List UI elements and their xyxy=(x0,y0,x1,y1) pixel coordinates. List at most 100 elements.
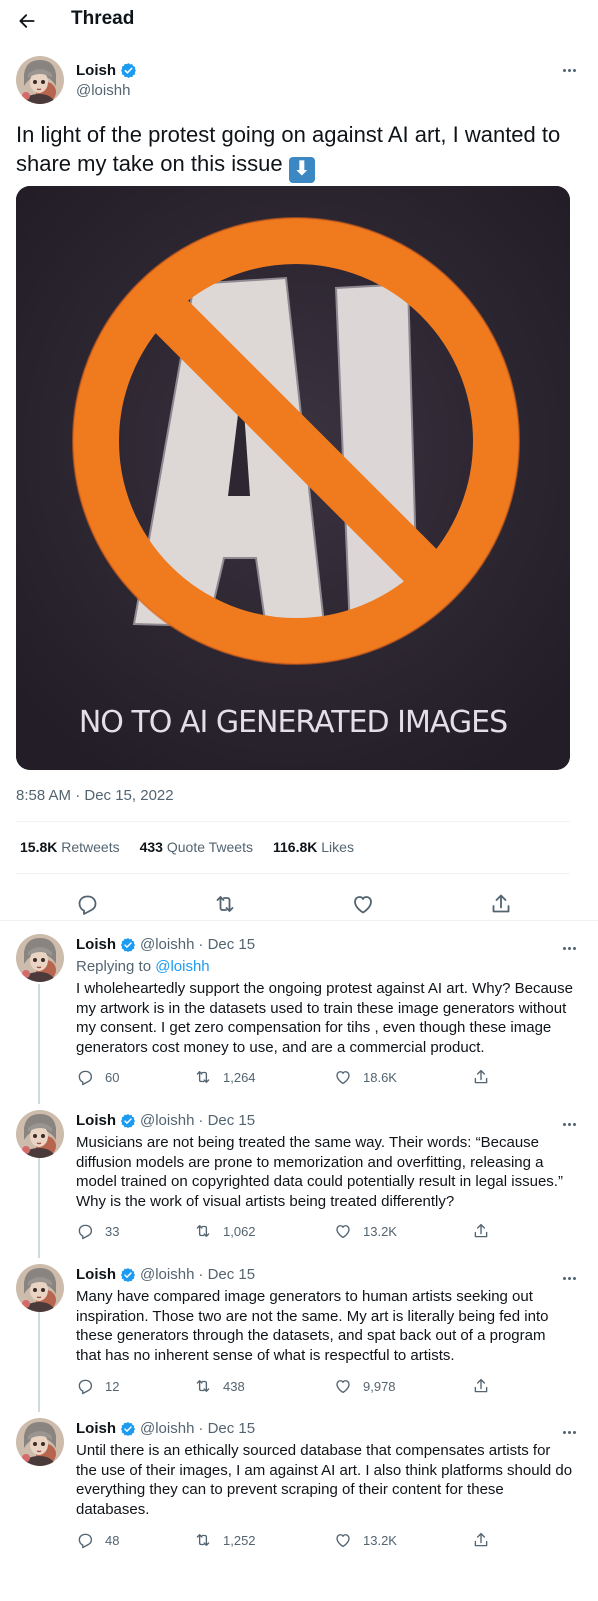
replying-to-label: Replying to xyxy=(76,958,152,975)
header: Thread xyxy=(0,0,598,40)
replying-to-link[interactable]: @loishh xyxy=(155,958,209,975)
like-button[interactable]: 13.2K xyxy=(334,1222,397,1240)
likes-stat[interactable]: 116.8K Likes xyxy=(273,839,354,855)
reply-icon xyxy=(76,1531,94,1549)
tweet-image[interactable]: NO TO AI GENERATED IMAGES xyxy=(16,186,570,770)
reply-date[interactable]: · Dec 15 xyxy=(198,1420,255,1437)
like-button[interactable]: 9,978 xyxy=(334,1377,396,1395)
more-options-icon[interactable] xyxy=(558,1270,580,1286)
share-icon xyxy=(472,1377,490,1395)
retweet-count: 438 xyxy=(223,1378,245,1394)
reply-button[interactable]: 60 xyxy=(76,1068,119,1086)
avatar[interactable] xyxy=(16,56,64,104)
retweet-count: 1,264 xyxy=(223,1069,256,1085)
like-button[interactable]: 13.2K xyxy=(334,1531,397,1549)
reply-header: Loish @loishh · Dec 15 xyxy=(76,936,255,953)
divider xyxy=(16,821,570,822)
reply-date[interactable]: · Dec 15 xyxy=(198,1112,255,1129)
likes-label: Likes xyxy=(321,839,354,855)
share-button[interactable] xyxy=(472,1531,490,1554)
avatar[interactable] xyxy=(16,934,64,982)
author-name[interactable]: Loish xyxy=(76,1420,116,1437)
reply-icon[interactable] xyxy=(75,892,99,916)
like-count: 18.6K xyxy=(363,1069,397,1085)
reply-header: Loish @loishh · Dec 15 xyxy=(76,1112,255,1129)
author-name: Loish xyxy=(76,62,116,79)
author-handle[interactable]: @loishh xyxy=(140,1420,194,1437)
like-icon xyxy=(334,1377,352,1395)
like-count: 13.2K xyxy=(363,1223,397,1239)
author-handle[interactable]: @loishh xyxy=(140,1266,194,1283)
retweet-icon xyxy=(194,1531,212,1549)
like-icon[interactable] xyxy=(351,892,375,916)
reply-text: Until there is an ethically sourced data… xyxy=(76,1442,573,1518)
author-name-row[interactable]: Loish xyxy=(76,62,137,79)
reply-date[interactable]: · Dec 15 xyxy=(198,936,255,953)
like-count: 13.2K xyxy=(363,1532,397,1548)
share-icon xyxy=(472,1531,490,1549)
divider xyxy=(16,873,570,874)
quotes-label: Quote Tweets xyxy=(166,839,253,855)
like-count: 9,978 xyxy=(363,1378,396,1394)
retweets-stat[interactable]: 15.8K Retweets xyxy=(20,839,120,855)
likes-count: 116.8K xyxy=(273,839,318,855)
share-button[interactable] xyxy=(472,1222,490,1245)
verified-badge-icon xyxy=(120,62,137,79)
like-button[interactable]: 18.6K xyxy=(334,1068,397,1086)
more-options-icon[interactable] xyxy=(558,940,580,956)
reply-count: 33 xyxy=(105,1223,120,1239)
retweet-count: 1,062 xyxy=(223,1223,256,1239)
retweet-icon[interactable] xyxy=(213,892,237,916)
retweet-icon xyxy=(194,1222,212,1240)
arrow-left-icon xyxy=(19,14,35,28)
reply-count: 12 xyxy=(105,1378,120,1394)
quotes-count: 433 xyxy=(139,839,163,855)
reply-action-bar: 33 1,062 13.2K xyxy=(0,1222,598,1242)
tweet-timestamp[interactable]: 8:58 AM · Dec 15, 2022 xyxy=(16,787,174,804)
more-options-icon[interactable] xyxy=(558,62,580,78)
author-handle[interactable]: @loishh xyxy=(76,82,130,99)
replying-to: Replying to @loishh xyxy=(76,958,210,975)
reply-button[interactable]: 48 xyxy=(76,1531,119,1549)
retweet-button[interactable]: 1,252 xyxy=(194,1531,256,1549)
retweet-button[interactable]: 438 xyxy=(194,1377,245,1395)
avatar[interactable] xyxy=(16,1264,64,1312)
reply-button[interactable]: 33 xyxy=(76,1222,119,1240)
page-title: Thread xyxy=(71,8,135,29)
avatar[interactable] xyxy=(16,1110,64,1158)
retweets-count: 15.8K xyxy=(20,839,58,855)
verified-badge-icon xyxy=(120,1267,136,1283)
share-button[interactable] xyxy=(472,1377,490,1400)
reply-button[interactable]: 12 xyxy=(76,1377,119,1395)
reply-icon xyxy=(76,1222,94,1240)
author-handle[interactable]: @loishh xyxy=(140,1112,194,1129)
reply-action-bar: 48 1,252 13.2K xyxy=(0,1531,598,1551)
reply-date[interactable]: · Dec 15 xyxy=(198,1266,255,1283)
quote-tweets-stat[interactable]: 433 Quote Tweets xyxy=(140,839,253,855)
reply-action-bar: 60 1,264 18.6K xyxy=(0,1068,598,1088)
share-icon[interactable] xyxy=(489,892,513,916)
reply-count: 60 xyxy=(105,1069,120,1085)
engagement-stats: 15.8K Retweets 433 Quote Tweets 116.8K L… xyxy=(20,839,354,855)
retweets-label: Retweets xyxy=(61,839,120,855)
author-name[interactable]: Loish xyxy=(76,1266,116,1283)
reply-text: Musicians are not being treated the same… xyxy=(76,1134,563,1210)
author-name[interactable]: Loish xyxy=(76,936,116,953)
retweet-count: 1,252 xyxy=(223,1532,256,1548)
retweet-button[interactable]: 1,264 xyxy=(194,1068,256,1086)
divider xyxy=(0,920,598,921)
retweet-icon xyxy=(194,1377,212,1395)
share-button[interactable] xyxy=(472,1068,490,1091)
avatar[interactable] xyxy=(16,1418,64,1466)
back-button[interactable] xyxy=(14,8,40,34)
reply-action-bar: 12 438 9,978 xyxy=(0,1377,598,1397)
author-name[interactable]: Loish xyxy=(76,1112,116,1129)
tweet-text: In light of the protest going on against… xyxy=(16,120,576,183)
more-options-icon[interactable] xyxy=(558,1424,580,1440)
more-options-icon[interactable] xyxy=(558,1116,580,1132)
down-arrow-emoji-icon: ⬇ xyxy=(288,156,315,183)
author-handle[interactable]: @loishh xyxy=(140,936,194,953)
retweet-button[interactable]: 1,062 xyxy=(194,1222,256,1240)
reply-count: 48 xyxy=(105,1532,120,1548)
image-caption: NO TO AI GENERATED IMAGES xyxy=(79,705,507,740)
